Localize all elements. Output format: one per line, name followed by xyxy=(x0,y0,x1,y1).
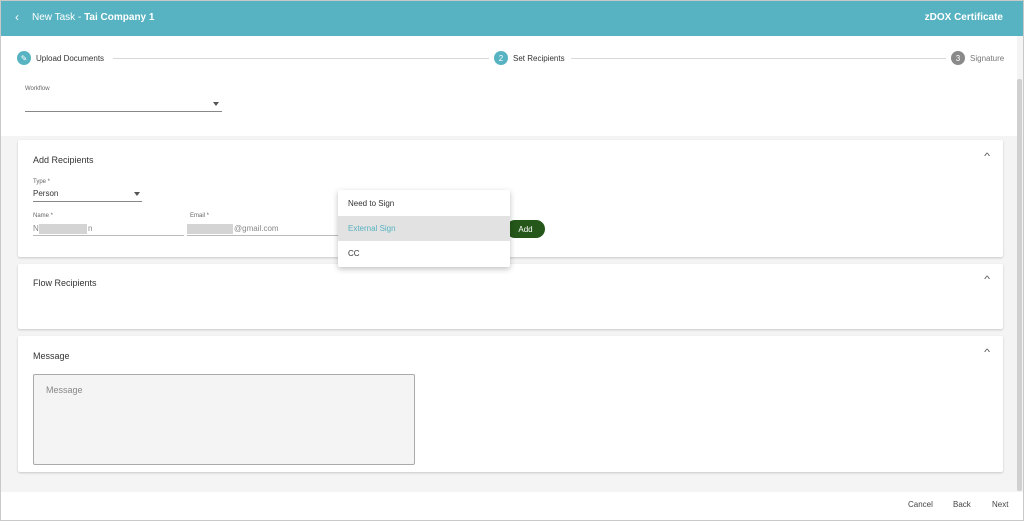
stepper: ✎ Upload Documents 2 Set Recipients 3 Si… xyxy=(1,36,1017,78)
page-title: New Task - Tai Company 1 xyxy=(32,12,154,23)
name-value-start: N xyxy=(33,224,39,233)
title-prefix: New Task - xyxy=(32,12,85,23)
back-button[interactable]: Back xyxy=(953,500,971,509)
caret-down-icon xyxy=(134,192,140,196)
chevron-up-icon[interactable]: ^ xyxy=(984,274,990,284)
app-window: ‹ New Task - Tai Company 1 zDOX Certific… xyxy=(0,0,1024,521)
type-underline xyxy=(33,201,142,202)
message-placeholder: Message xyxy=(46,385,83,395)
scrollbar[interactable] xyxy=(1017,79,1022,491)
name-label: Name * xyxy=(33,213,54,219)
step-set-recipients[interactable]: 2 Set Recipients xyxy=(494,51,565,65)
flow-recipients-title: Flow Recipients xyxy=(33,278,97,288)
step-label: Signature xyxy=(970,53,1005,63)
message-textarea[interactable]: Message xyxy=(33,374,415,465)
caret-down-icon xyxy=(213,102,219,106)
step-number-badge: 2 xyxy=(494,51,508,65)
flow-recipients-card: Flow Recipients ^ xyxy=(18,264,1003,329)
step-connector xyxy=(113,58,489,59)
message-title: Message xyxy=(33,351,70,361)
step-label: Upload Documents xyxy=(36,53,105,63)
type-label: Type * xyxy=(33,179,51,185)
recipient-role-menu: Need to Sign External Sign CC xyxy=(338,190,510,267)
pencil-icon: ✎ xyxy=(17,51,31,65)
chevron-left-icon[interactable]: ‹ xyxy=(15,10,19,24)
add-button[interactable]: Add xyxy=(506,220,545,238)
chevron-up-icon[interactable]: ^ xyxy=(984,347,990,357)
step-upload-documents[interactable]: ✎ Upload Documents xyxy=(17,51,104,65)
workflow-select[interactable] xyxy=(25,96,222,112)
redacted-mask xyxy=(187,224,233,234)
title-company: Tai Company 1 xyxy=(84,12,155,23)
brand-name: zDOX Certificate xyxy=(924,12,1003,23)
email-label: Email * xyxy=(190,213,210,219)
chevron-up-icon[interactable]: ^ xyxy=(984,151,990,161)
redacted-mask xyxy=(39,224,87,234)
cancel-button[interactable]: Cancel xyxy=(908,500,933,509)
next-button[interactable]: Next xyxy=(992,500,1008,509)
email-underline xyxy=(187,235,338,236)
email-value-end: @gmail.com xyxy=(234,224,279,233)
menu-item-external-sign[interactable]: External Sign xyxy=(338,216,510,241)
type-value: Person xyxy=(33,189,59,198)
email-input[interactable]: @gmail.com xyxy=(187,221,338,235)
top-bar: ‹ New Task - Tai Company 1 zDOX Certific… xyxy=(1,1,1023,36)
name-input[interactable]: N n xyxy=(33,221,184,235)
add-recipients-title: Add Recipients xyxy=(33,155,94,165)
workflow-section: Workflow xyxy=(1,78,1017,136)
name-value-end: n xyxy=(88,224,93,233)
step-signature[interactable]: 3 Signature xyxy=(951,51,1004,65)
step-number-badge: 3 xyxy=(951,51,965,65)
type-select[interactable]: Person xyxy=(33,187,142,201)
workflow-label: Workflow xyxy=(25,86,50,92)
add-recipients-card: Add Recipients ^ xyxy=(18,140,1003,257)
step-connector xyxy=(571,58,946,59)
menu-item-cc[interactable]: CC xyxy=(338,241,510,266)
footer-bar: Cancel Back Next xyxy=(1,492,1023,520)
menu-item-need-to-sign[interactable]: Need to Sign xyxy=(338,191,510,216)
step-label: Set Recipients xyxy=(513,53,565,63)
name-underline xyxy=(33,235,184,236)
